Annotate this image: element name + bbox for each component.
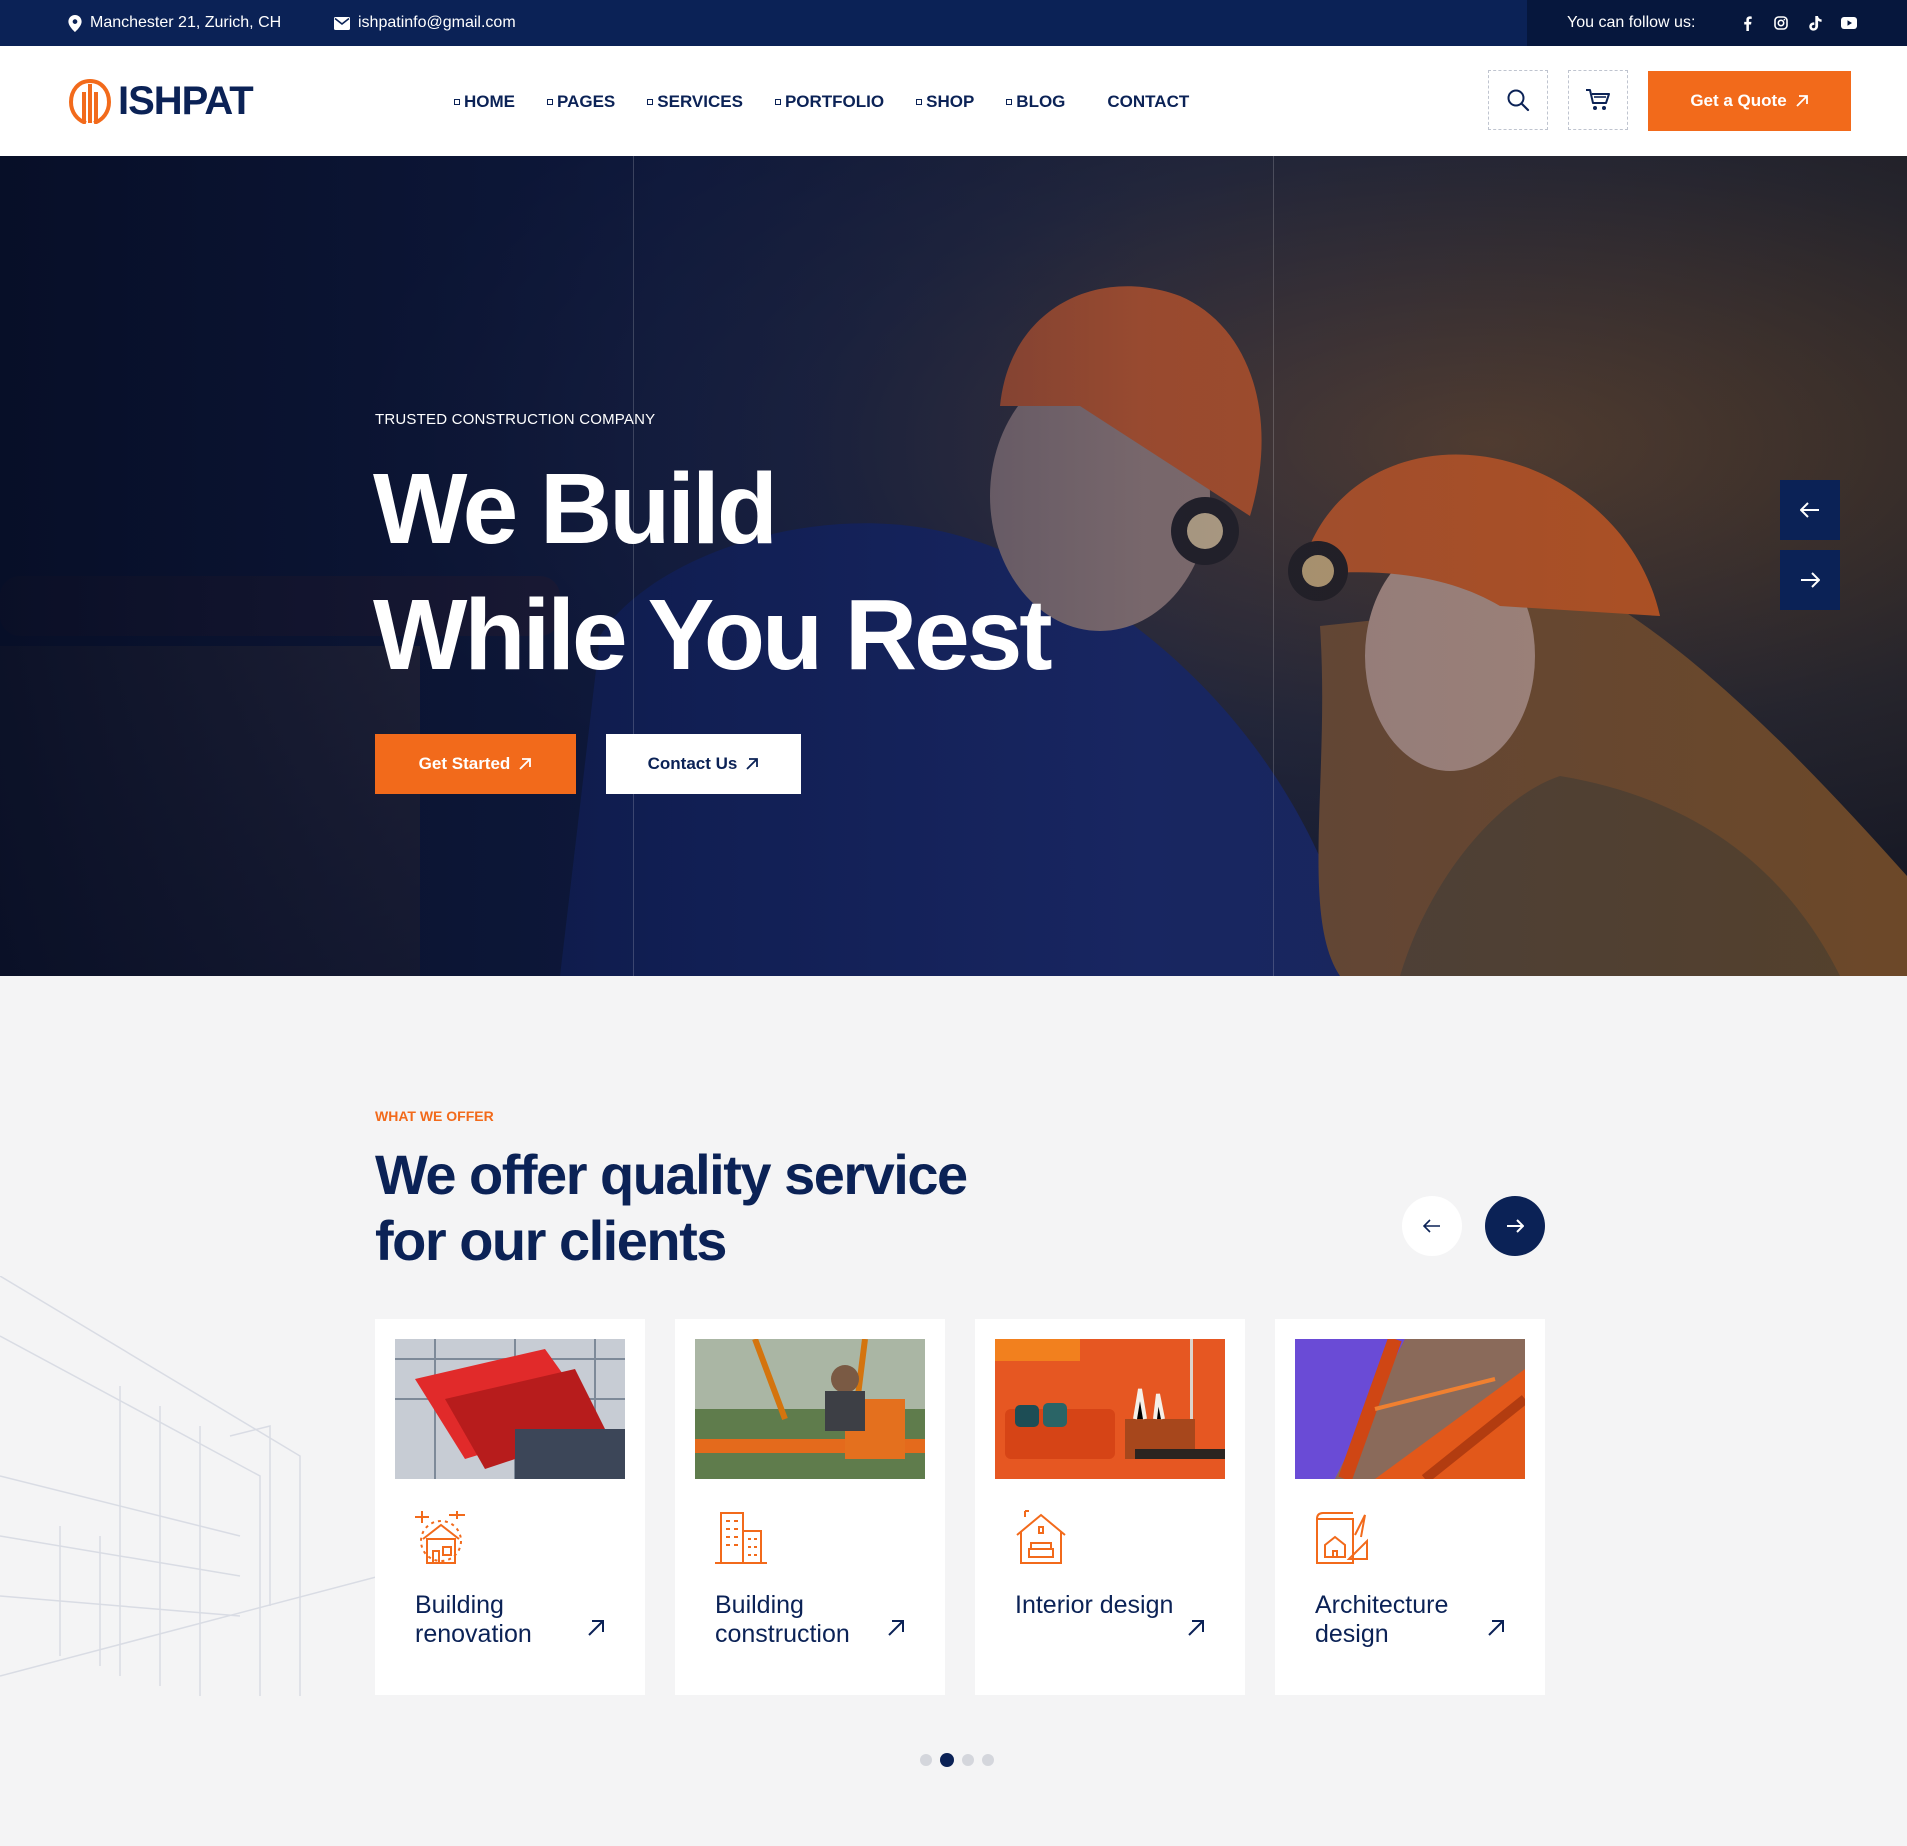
tiktok-icon[interactable] [1805, 13, 1825, 33]
cart-button[interactable] [1568, 70, 1628, 130]
main-header: ISHPAT HOME PAGES SERVICES PORTFOLIO SHO… [0, 46, 1907, 156]
service-card[interactable]: Interior design [975, 1319, 1245, 1695]
arrow-up-right-icon[interactable] [1487, 1619, 1505, 1637]
service-image-interior [995, 1339, 1225, 1479]
service-card[interactable]: Building construction [675, 1319, 945, 1695]
pagination-dot[interactable] [962, 1754, 974, 1766]
carousel-pagination [920, 1753, 994, 1767]
service-title: Architecture design [1315, 1591, 1449, 1648]
section-heading-line1: We offer quality service [375, 1143, 968, 1206]
interior-house-icon [1016, 1510, 1066, 1564]
hero-heading: We Build While You Rest [373, 446, 1053, 698]
address: Manchester 21, Zurich, CH [68, 14, 281, 32]
email[interactable]: ishpatinfo@gmail.com [334, 14, 516, 32]
search-icon [1507, 89, 1530, 112]
envelope-icon [334, 16, 350, 30]
services-section: WHAT WE OFFER We offer quality service f… [0, 976, 1907, 1846]
search-button[interactable] [1488, 70, 1548, 130]
pagination-dot-active[interactable] [940, 1753, 954, 1767]
arrow-up-right-icon[interactable] [887, 1619, 905, 1637]
nav-shop[interactable]: SHOP [916, 92, 974, 112]
pagination-dot[interactable] [982, 1754, 994, 1766]
get-started-label: Get Started [418, 754, 511, 773]
nav-services[interactable]: SERVICES [647, 92, 743, 112]
cart-icon [1586, 89, 1610, 110]
nav-bullet [916, 99, 923, 105]
buildings-icon [715, 1512, 767, 1564]
building-sketch-decoration [0, 1276, 380, 1696]
nav-home[interactable]: HOME [454, 92, 515, 112]
service-card[interactable]: Architecture design [1275, 1319, 1545, 1695]
get-a-quote-label: Get a Quote [1690, 91, 1787, 110]
arrow-right-icon [1801, 572, 1820, 588]
nav-portfolio-label: PORTFOLIO [784, 92, 885, 111]
house-renovation-icon [415, 1511, 465, 1564]
section-heading-line2: for our clients [375, 1209, 727, 1272]
hero-next-button[interactable] [1780, 550, 1840, 610]
contact-us-button[interactable]: Contact Us [606, 734, 801, 794]
nav-bullet [774, 99, 781, 105]
nav-bullet [547, 99, 553, 105]
section-heading: We offer quality service for our clients [375, 1142, 968, 1274]
nav-services-label: SERVICES [657, 92, 743, 111]
arrow-left-icon [1800, 502, 1819, 518]
arrow-right-icon [1507, 1219, 1524, 1233]
main-nav: HOME PAGES SERVICES PORTFOLIO SHOP BLOG … [454, 92, 1221, 112]
service-image-architecture [1295, 1339, 1525, 1479]
hero-divider [1273, 156, 1274, 976]
hero-prev-button[interactable] [1780, 480, 1840, 540]
arrow-up-right-icon[interactable] [587, 1619, 605, 1637]
nav-bullet [454, 99, 460, 105]
blueprint-icon [1316, 1512, 1368, 1564]
email-text[interactable]: ishpatinfo@gmail.com [358, 14, 516, 32]
services-prev-button[interactable] [1402, 1196, 1462, 1256]
service-title: Building renovation [415, 1591, 532, 1648]
service-title: Building construction [715, 1591, 850, 1648]
nav-bullet [1006, 99, 1013, 105]
hero-eyebrow: TRUSTED CONSTRUCTION COMPANY [375, 411, 656, 428]
service-image-lift [395, 1339, 625, 1479]
hero-heading-line1: We Build [373, 453, 778, 565]
logo-mark-icon [68, 79, 112, 124]
services-next-button[interactable] [1485, 1196, 1545, 1256]
service-image-worker [695, 1339, 925, 1479]
arrow-up-right-icon [519, 758, 532, 770]
get-started-button[interactable]: Get Started [375, 734, 576, 794]
section-eyebrow: WHAT WE OFFER [375, 1108, 494, 1124]
hero-heading-line2: While You Rest [373, 579, 1053, 691]
facebook-icon[interactable] [1737, 13, 1757, 33]
location-pin-icon [68, 14, 82, 32]
service-title: Interior design [1015, 1591, 1174, 1619]
arrow-up-right-icon [746, 758, 759, 770]
nav-home-label: HOME [464, 92, 515, 111]
nav-portfolio[interactable]: PORTFOLIO [774, 92, 885, 112]
nav-contact-label: CONTACT [1107, 92, 1190, 111]
youtube-icon[interactable] [1839, 13, 1859, 33]
nav-contact[interactable]: CONTACT [1107, 92, 1189, 112]
get-a-quote-button[interactable]: Get a Quote [1648, 71, 1851, 131]
pagination-dot[interactable] [920, 1754, 932, 1766]
nav-bullet [647, 99, 654, 105]
nav-blog[interactable]: BLOG [1006, 92, 1065, 112]
arrow-up-right-icon [1796, 95, 1808, 107]
follow-label: You can follow us: [1567, 14, 1696, 31]
instagram-icon[interactable] [1771, 13, 1791, 33]
service-card[interactable]: Building renovation [375, 1319, 645, 1695]
nav-blog-label: BLOG [1016, 92, 1066, 111]
nav-shop-label: SHOP [926, 92, 975, 111]
logo[interactable]: ISHPAT [68, 78, 254, 124]
social-bar: You can follow us: [1527, 0, 1907, 46]
logo-text: ISHPAT [118, 78, 254, 123]
contact-us-label: Contact Us [647, 754, 738, 773]
top-bar: Manchester 21, Zurich, CH ishpatinfo@gma… [0, 0, 1907, 46]
arrow-up-right-icon[interactable] [1187, 1619, 1205, 1637]
hero-section: TRUSTED CONSTRUCTION COMPANY We Build Wh… [0, 156, 1907, 976]
nav-pages-label: PAGES [557, 92, 616, 111]
address-text: Manchester 21, Zurich, CH [90, 14, 282, 31]
arrow-left-icon [1423, 1219, 1440, 1233]
nav-pages[interactable]: PAGES [547, 92, 615, 112]
